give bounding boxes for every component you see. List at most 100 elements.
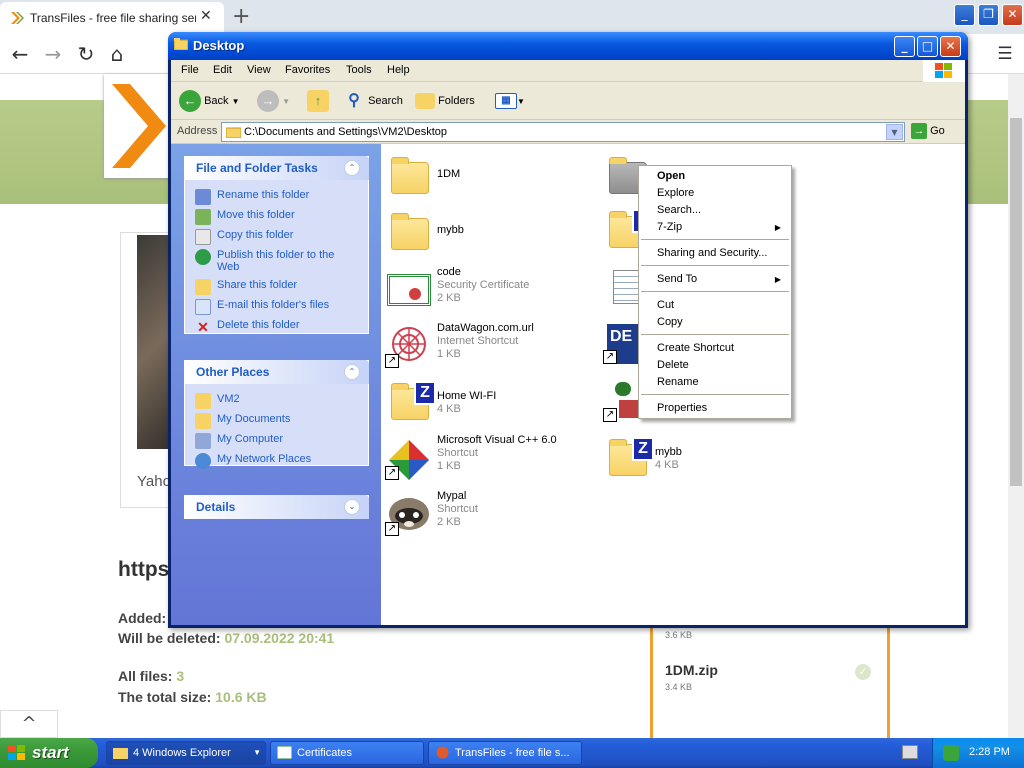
scroll-up-button[interactable]: ^: [0, 710, 58, 738]
forward-button[interactable]: → ▼: [257, 88, 290, 114]
collapse-icon[interactable]: ⌃: [344, 364, 360, 380]
task-email-files[interactable]: E-mail this folder's files: [195, 299, 363, 315]
details-panel: Details ⌄: [184, 495, 369, 519]
ctx-open[interactable]: Open: [641, 168, 789, 185]
task-copy-folder[interactable]: Copy this folder: [195, 229, 363, 245]
explorer-maximize-icon[interactable]: □: [917, 36, 938, 57]
file-folder-tasks-panel: File and Folder Tasks ⌃ Rename this fold…: [184, 156, 369, 335]
file-item-1dm[interactable]: 1DM: [385, 152, 595, 202]
file-card-size: 3.4 KB: [665, 682, 693, 692]
menu-icon[interactable]: ☰: [990, 39, 1020, 69]
file-item-datawagon[interactable]: ↗ DataWagon.com.url Internet Shortcut 1 …: [385, 322, 595, 372]
total-size-row: The total size: 10.6 KB: [118, 689, 267, 705]
ctx-rename[interactable]: Rename: [641, 374, 789, 391]
file-item-visual-cpp[interactable]: ↗ Microsoft Visual C++ 6.0 Shortcut 1 KB: [385, 434, 595, 484]
other-places-header[interactable]: Other Places ⌃: [184, 360, 369, 384]
explorer-minimize-icon[interactable]: _: [894, 36, 915, 57]
network-tray-icon[interactable]: [943, 745, 959, 761]
search-button[interactable]: ⚲ Search: [343, 88, 403, 114]
address-input[interactable]: C:\Documents and Settings\VM2\Desktop ▼: [221, 122, 905, 142]
file-item-mypal[interactable]: ↗ Mypal Shortcut 2 KB: [385, 490, 595, 540]
page-scrollbar[interactable]: [1008, 74, 1024, 738]
menu-view[interactable]: View: [247, 64, 271, 76]
ctx-delete[interactable]: Delete: [641, 357, 789, 374]
details-header[interactable]: Details ⌄: [184, 495, 369, 519]
menu-edit[interactable]: Edit: [213, 64, 232, 76]
start-button[interactable]: start: [0, 738, 98, 768]
ctx-copy[interactable]: Copy: [641, 314, 789, 331]
explorer-menubar: File Edit View Favorites Tools Help: [171, 60, 965, 82]
my-documents-icon: [195, 413, 211, 429]
close-tab-icon[interactable]: ✕: [200, 8, 216, 26]
forward-icon[interactable]: →: [38, 39, 68, 69]
taskbar-certificates[interactable]: Certificates: [270, 741, 424, 765]
taskbar-transfiles[interactable]: TransFiles - free file s...: [428, 741, 582, 765]
file-item-home-wifi[interactable]: Z Home WI-FI 4 KB: [385, 378, 595, 428]
place-vm2[interactable]: VM2: [195, 393, 363, 409]
file-folder-tasks-header[interactable]: File and Folder Tasks ⌃: [184, 156, 369, 180]
browser-tab[interactable]: TransFiles - free file sharing service ✕: [0, 2, 224, 34]
explorer-close-icon[interactable]: ✕: [940, 36, 961, 57]
all-files-row: All files: 3: [118, 668, 184, 684]
file-item-mybb-folder[interactable]: mybb: [385, 208, 595, 258]
task-share-folder[interactable]: Share this folder: [195, 279, 363, 295]
folder-icon: [195, 393, 211, 409]
back-button[interactable]: ← Back ▼: [179, 88, 240, 114]
file-item-code[interactable]: code Security Certificate 2 KB: [385, 266, 595, 316]
clock[interactable]: 2:28 PM: [969, 746, 1010, 758]
file-type: Shortcut: [437, 503, 478, 515]
address-dropdown-icon[interactable]: ▼: [886, 124, 903, 140]
close-window-icon[interactable]: ✕: [1002, 4, 1023, 26]
address-label: Address: [177, 125, 218, 137]
place-my-computer[interactable]: My Computer: [195, 433, 363, 449]
file-card-name[interactable]: 1DM.zip: [665, 662, 718, 678]
task-delete-folder[interactable]: ✕ Delete this folder: [195, 319, 363, 335]
home-icon[interactable]: ⌂: [102, 39, 132, 69]
menu-tools[interactable]: Tools: [346, 64, 372, 76]
ctx-send-to[interactable]: Send To ▶: [641, 271, 789, 288]
ctx-7zip[interactable]: 7-Zip ▶: [641, 219, 789, 236]
minimize-icon[interactable]: _: [954, 4, 975, 26]
folders-button[interactable]: Folders: [415, 88, 475, 114]
task-rename-folder[interactable]: Rename this folder: [195, 189, 363, 205]
restore-icon[interactable]: ❐: [978, 4, 999, 26]
new-tab-button[interactable]: +: [232, 4, 250, 29]
taskbar-windows-explorer[interactable]: 4 Windows Explorer ▼: [106, 741, 266, 765]
network-icon: [195, 453, 211, 469]
up-folder-button[interactable]: ↑: [307, 88, 329, 114]
ctx-search[interactable]: Search...: [641, 202, 789, 219]
task-move-folder[interactable]: Move this folder: [195, 209, 363, 225]
explorer-title: Desktop: [193, 38, 245, 53]
keyboard-icon[interactable]: [902, 745, 918, 759]
place-my-documents[interactable]: My Documents: [195, 413, 363, 429]
deleted-value: 07.09.2022 20:41: [224, 630, 335, 646]
expand-icon[interactable]: ⌄: [344, 499, 360, 515]
task-label: Move this folder: [217, 209, 295, 221]
explorer-titlebar[interactable]: Desktop _ □ ✕: [168, 32, 968, 60]
ctx-cut[interactable]: Cut: [641, 297, 789, 314]
views-button[interactable]: ▦ ▼: [495, 88, 525, 114]
ctx-sharing[interactable]: Sharing and Security...: [641, 245, 789, 262]
menu-help[interactable]: Help: [387, 64, 410, 76]
collapse-icon[interactable]: ⌃: [344, 160, 360, 176]
file-item-mybb-zip[interactable]: Z mybb 4 KB: [603, 434, 813, 484]
ctx-explore[interactable]: Explore: [641, 185, 789, 202]
transfiles-favicon-icon: [11, 12, 24, 24]
back-icon[interactable]: ←: [5, 39, 35, 69]
file-name: mybb: [437, 224, 464, 236]
ctx-properties[interactable]: Properties: [641, 400, 789, 417]
reload-icon[interactable]: ↻: [71, 39, 101, 69]
place-network[interactable]: My Network Places: [195, 453, 363, 469]
menu-file[interactable]: File: [181, 64, 199, 76]
ctx-create-shortcut[interactable]: Create Shortcut: [641, 340, 789, 357]
task-publish-web[interactable]: Publish this folder to the Web: [195, 249, 363, 273]
file-type: Internet Shortcut: [437, 335, 519, 347]
shortcut-arrow-icon: ↗: [385, 354, 399, 368]
scrollbar-thumb[interactable]: [1010, 118, 1022, 486]
address-value: C:\Documents and Settings\VM2\Desktop: [244, 126, 447, 138]
menu-favorites[interactable]: Favorites: [285, 64, 330, 76]
go-button[interactable]: → Go: [911, 123, 945, 139]
windows-logo-icon: [923, 60, 965, 82]
all-files-value: 3: [176, 668, 185, 684]
folders-icon: [415, 93, 435, 110]
